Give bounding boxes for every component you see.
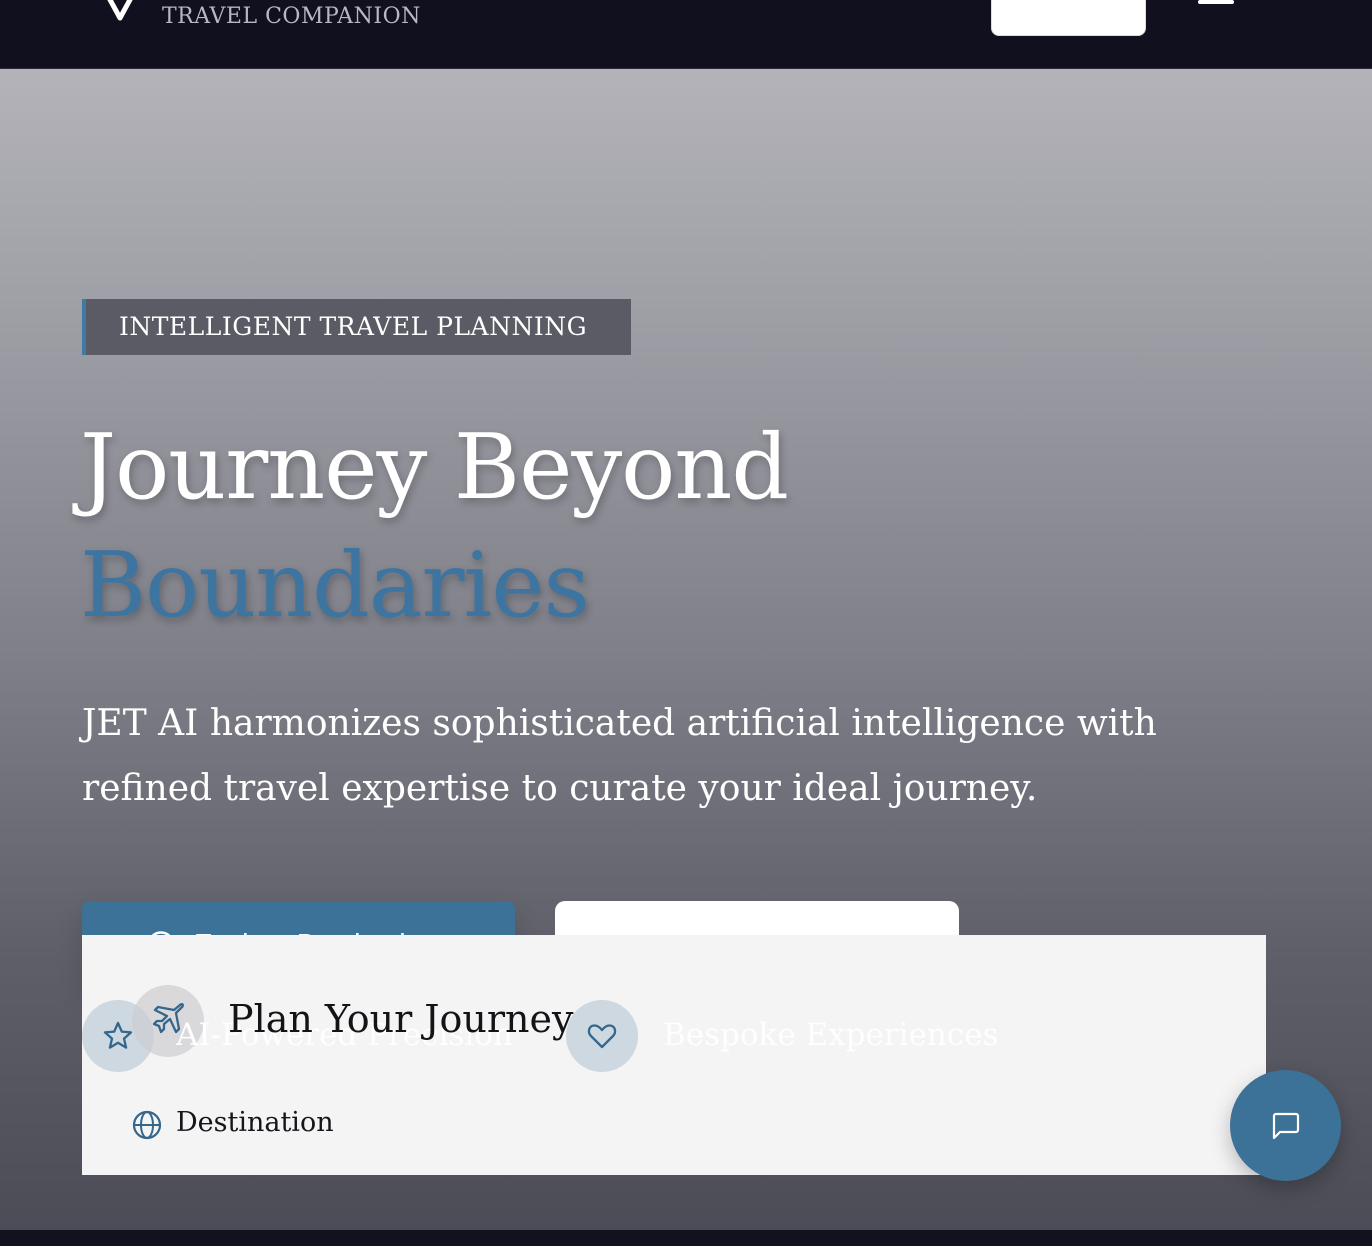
hero-headline: Journey Beyond Boundaries — [80, 409, 789, 645]
footer-strip — [0, 1230, 1372, 1246]
hero-description: JET AI harmonizes sophisticated artifici… — [82, 703, 1157, 809]
hamburger-menu-icon[interactable] — [1198, 0, 1236, 8]
nav-cta-button[interactable] — [991, 0, 1146, 36]
heart-icon — [587, 1024, 617, 1049]
chat-bubble-icon — [1272, 1112, 1300, 1140]
hero-tag: INTELLIGENT TRAVEL PLANNING — [82, 299, 631, 355]
globe-icon — [132, 1110, 162, 1140]
headline-accent: Boundaries — [80, 533, 590, 638]
top-navigation: TRAVEL COMPANION — [0, 0, 1372, 69]
plan-journey-title: Plan Your Journey — [228, 997, 574, 1041]
destination-label: Destination — [176, 1107, 334, 1138]
logo-subtitle: TRAVEL COMPANION — [162, 4, 421, 29]
page: TRAVEL COMPANION INTELLIGENT TRAVEL PLAN… — [0, 0, 1372, 1246]
headline-line1: Journey Beyond — [80, 415, 789, 520]
feature-bespoke: Bespoke Experiences — [663, 1017, 999, 1053]
star-icon — [103, 1021, 133, 1049]
chat-button[interactable] — [1230, 1070, 1341, 1181]
feature-row: AI-Powered Precision Plan Your Journey B… — [82, 935, 1266, 1072]
logo-icon[interactable] — [100, 0, 140, 24]
feature-badge-heart — [566, 1000, 638, 1072]
plan-journey-card: AI-Powered Precision Plan Your Journey B… — [82, 935, 1266, 1175]
